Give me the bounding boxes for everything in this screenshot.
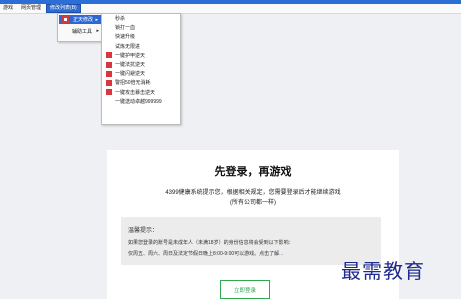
blank-icon [61,28,68,35]
panel-message: 4399健康系统提示您，根据相关规定，您需要登录后才能继续游戏 [165,190,341,196]
submenu-item-label: 锁打一血 [115,25,136,32]
red-square-icon [62,16,69,23]
modify-list-dropdown: 正天修改 ▸ 辅助工具 ▸ [57,13,103,42]
chevron-right-icon: ▸ [96,28,99,34]
submenu-item-armor[interactable]: 一键护甲逆天 [102,51,180,60]
menu-item-modify-list[interactable]: 修改列表(B) [46,4,81,13]
menu-item-web-manage[interactable]: 网页管理 [18,4,44,13]
submenu-item-dodge[interactable]: 一键闪避逆天 [102,69,180,78]
panel-submessage: (所有公司都一样) [230,200,276,206]
submenu-item-label: 秒杀 [115,16,126,23]
dropdown-item-tools[interactable]: 辅助工具 ▸ [58,25,102,37]
submenu-item-label: 一键闪避逆天 [115,71,146,78]
submenu-item-miaosha[interactable]: 秒杀 [102,14,180,23]
learn-more-link[interactable]: ... [279,251,283,257]
submenu-item-label: 一键护甲逆天 [115,52,146,59]
dropdown-item-label: 辅助工具 [72,28,93,35]
dropdown-item-zhengtian[interactable]: 正天修改 ▸ [59,15,101,24]
dropdown-item-label: 正天修改 [73,17,94,23]
notice-heading: 温馨提示： [128,228,159,234]
submenu-item-lock-one[interactable]: 锁打一血 [102,23,180,32]
submenu-item-crit[interactable]: 一键攻击暴击逆天 [102,88,180,97]
submenu-item-magic-resist[interactable]: 一键法抗逆天 [102,60,180,69]
notice-line-2-text: 仅周五、周六、周日及法定节假日晚上8:00-9:00可以游戏。点击了解 [128,251,280,257]
watermark-logo: 最需教育 [341,259,425,283]
red-square-icon [106,79,112,86]
submenu-item-label: 一键攻击暴击逆天 [115,89,156,96]
notice-line-1: 如果您登录的账号是未成年人（未满18岁）的身份信息将会受到以下影响： [128,240,294,246]
menu-item-game[interactable]: 游戏 [0,4,16,13]
panel-title: 先登录，再游戏 [214,166,292,178]
chevron-right-icon: ▸ [95,16,98,23]
zhengtian-submenu: 秒杀 锁打一血 快速升级 试炼无限进 一键护甲逆天 一键法抗逆天 一键闪避逆天 … [101,13,181,125]
submenu-item-trial[interactable]: 试炼无限进 [102,42,180,51]
submenu-item-label: 一键法抗逆天 [115,62,146,69]
red-square-icon [106,52,112,59]
red-square-icon [106,70,112,77]
submenu-item-label: 警招50倍无消耗 [115,80,151,87]
submenu-item-label: 快速升级 [115,34,136,41]
submenu-item-label: 一键送动卓越999999 [115,98,162,105]
submenu-item-fast-level[interactable]: 快速升级 [102,32,180,41]
submenu-item-skill[interactable]: 警招50倍无消耗 [102,78,180,87]
login-button[interactable]: 立即登录 [220,280,270,299]
submenu-item-excellence[interactable]: 一键送动卓越999999 [102,97,180,106]
submenu-item-label: 试炼无限进 [115,43,141,50]
notice-line-2: 仅周五、周六、周日及法定节假日晚上8:00-9:00可以游戏。点击了解... [128,250,283,257]
red-square-icon [106,61,112,68]
red-square-icon [106,89,112,96]
